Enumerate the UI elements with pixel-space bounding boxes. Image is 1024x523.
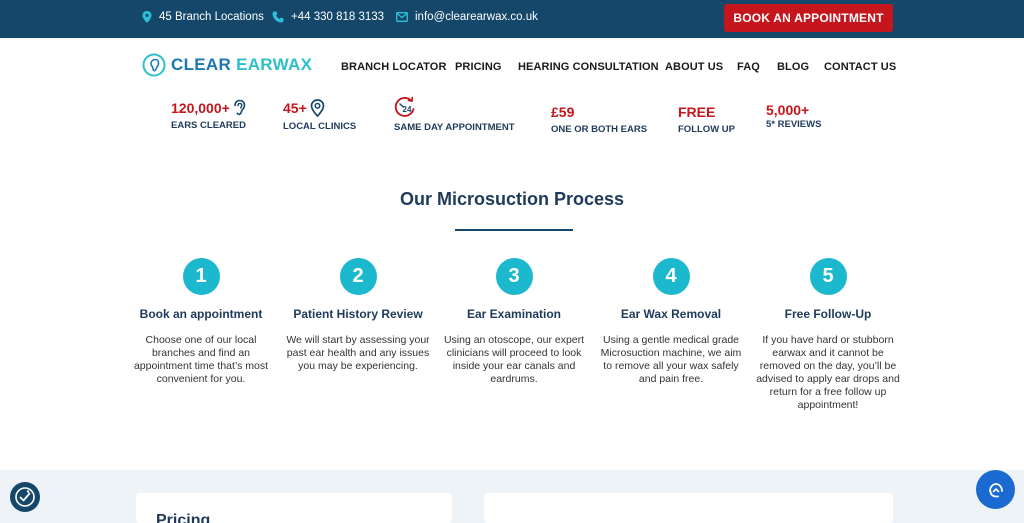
- stat-value: 120,000+: [171, 99, 230, 116]
- stat-same-day: 24 SAME DAY APPOINTMENT: [394, 96, 515, 133]
- stat-value: £59: [551, 104, 575, 120]
- phone-text: +44 330 818 3133: [291, 11, 385, 23]
- stat-reviews: 5,000+ 5* REVIEWS: [766, 102, 821, 130]
- book-appointment-button[interactable]: BOOK AN APPOINTMENT: [724, 4, 893, 32]
- step-number-badge: 1: [182, 258, 220, 295]
- stat-price: £59 ONE OR BOTH EARS: [551, 104, 647, 135]
- ear-icon: [233, 99, 246, 116]
- site-header: CLEAR EARWAX BRANCH LOCATOR PRICING HEAR…: [0, 38, 1024, 96]
- section-title: Our Microsuction Process: [399, 189, 625, 209]
- step-description: We will start by assessing your past ear…: [286, 334, 430, 372]
- step-title: Patient History Review: [293, 307, 423, 321]
- title-underline: [455, 229, 573, 231]
- nav-contact-us[interactable]: CONTACT US: [824, 61, 896, 73]
- nav-branch-locator[interactable]: BRANCH LOCATOR: [341, 61, 447, 73]
- step-description: Using a gentle medical grade Microsuctio…: [600, 334, 742, 385]
- logo-word-clear: CLEAR: [171, 55, 232, 74]
- step-description: Choose one of our local branches and fin…: [133, 334, 269, 385]
- logo[interactable]: CLEAR EARWAX: [142, 53, 312, 77]
- process-step: 3 Ear Examination Using an otoscope, our…: [434, 258, 594, 386]
- envelope-icon: [396, 12, 408, 22]
- location-pin-icon: [142, 11, 152, 23]
- nav-pricing[interactable]: PRICING: [455, 61, 502, 73]
- step-title: Free Follow-Up: [784, 307, 872, 321]
- top-bar: 45 Branch Locations +44 330 818 3133 inf…: [0, 0, 1024, 38]
- step-title: Book an appointment: [139, 307, 263, 321]
- process-step: 5 Free Follow-Up If you have hard or stu…: [748, 258, 908, 412]
- location-pin-icon: [310, 99, 325, 117]
- stat-label: SAME DAY APPOINTMENT: [394, 122, 515, 133]
- nav-faq[interactable]: FAQ: [737, 61, 760, 73]
- stat-value: 45+: [283, 100, 307, 116]
- phone-link[interactable]: +44 330 818 3133: [272, 11, 384, 23]
- step-number-badge: 3: [495, 258, 533, 295]
- step-number-badge: 5: [809, 258, 847, 295]
- stat-label: ONE OR BOTH EARS: [551, 124, 648, 135]
- booking-card: [484, 493, 893, 523]
- phone-icon: [272, 11, 284, 23]
- stat-value: 5,000+: [766, 102, 810, 118]
- accessibility-icon: [15, 487, 35, 507]
- step-number-badge: 2: [339, 258, 377, 295]
- step-number-badge: 4: [652, 258, 690, 295]
- email-link[interactable]: info@clearearwax.co.uk: [396, 11, 538, 23]
- email-text: info@clearearwax.co.uk: [415, 11, 538, 23]
- step-description: If you have hard or stubborn earwax and …: [756, 334, 900, 411]
- stat-ears-cleared: 120,000+ EARS CLEARED: [171, 99, 246, 132]
- step-title: Ear Wax Removal: [620, 307, 722, 321]
- process-step: 4 Ear Wax Removal Using a gentle medical…: [591, 258, 751, 386]
- stat-value: FREE: [678, 104, 716, 120]
- step-description: Using an otoscope, our expert clinicians…: [443, 334, 585, 385]
- accessibility-button[interactable]: [10, 482, 40, 512]
- branch-locations-link[interactable]: 45 Branch Locations: [142, 11, 264, 23]
- chat-icon: [988, 482, 1003, 497]
- stat-label: EARS CLEARED: [171, 120, 246, 131]
- stat-label: FOLLOW UP: [678, 124, 735, 135]
- chat-button[interactable]: [976, 470, 1015, 509]
- stat-free-follow-up: FREE FOLLOW UP: [678, 104, 735, 135]
- ear-logo-icon: [142, 53, 166, 77]
- stat-label: LOCAL CLINICS: [283, 121, 357, 132]
- stat-local-clinics: 45+ LOCAL CLINICS: [283, 99, 356, 132]
- step-title: Ear Examination: [466, 307, 562, 321]
- pricing-card: Pricing: [136, 493, 452, 523]
- process-step: 2 Patient History Review We will start b…: [278, 258, 438, 373]
- branch-locations-text: 45 Branch Locations: [159, 11, 264, 23]
- process-step: 1 Book an appointment Choose one of our …: [121, 258, 281, 386]
- 24-hour-icon: 24: [394, 96, 415, 117]
- nav-about-us[interactable]: ABOUT US: [665, 61, 723, 73]
- svg-text:24: 24: [403, 105, 412, 114]
- stat-label: 5* REVIEWS: [766, 119, 822, 130]
- nav-hearing-consultation[interactable]: HEARING CONSULTATION: [518, 61, 659, 73]
- nav-blog[interactable]: BLOG: [777, 61, 809, 73]
- logo-word-earwax: EARWAX: [236, 55, 313, 74]
- pricing-title: Pricing: [156, 512, 211, 523]
